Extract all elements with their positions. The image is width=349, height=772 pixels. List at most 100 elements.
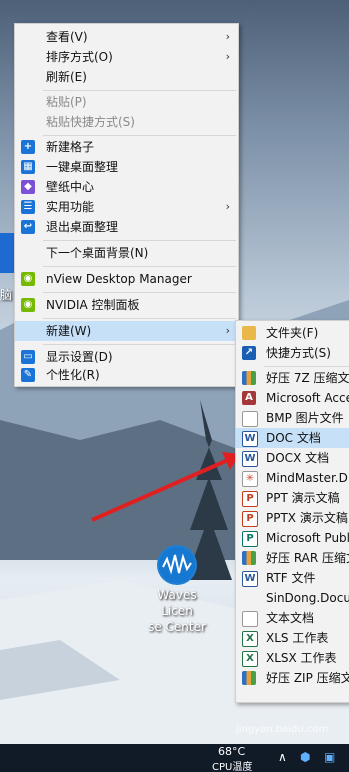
ppt-icon: P [242,491,258,507]
chevron-right-icon: › [225,324,230,337]
menu-item-new[interactable]: 新建(W) › [15,321,238,341]
xls-icon: X [242,631,258,647]
menu-item-label: 查看(V) [46,30,88,44]
submenu-item-mindmaster[interactable]: ✳ MindMaster.D [236,468,349,488]
menu-item-label: 实用功能 [46,200,95,214]
watermark: jingyan.baidu.com [236,724,329,735]
desktop-organize-icon: ▦ [21,160,35,174]
submenu-item-label: 好压 ZIP 压缩文 [266,671,349,685]
submenu-item-zip[interactable]: 好压 ZIP 压缩文 [236,668,349,688]
nvidia-icon: ◉ [21,272,35,286]
chevron-right-icon: › [225,50,230,63]
mindmaster-icon: ✳ [242,471,258,487]
menu-item-paste: 粘贴(P) [15,92,238,112]
submenu-item-publisher[interactable]: P Microsoft Publ [236,528,349,548]
chevron-right-icon: › [225,30,230,43]
submenu-item-rar[interactable]: 好压 RAR 压缩文 [236,548,349,568]
submenu-item-access[interactable]: A Microsoft Access [236,388,349,408]
menu-item-sort[interactable]: 排序方式(O) › [15,47,238,67]
submenu-item-label: PPTX 演示文稿 [266,511,348,525]
display-icon: ▭ [21,350,35,364]
menu-item-label: 壁纸中心 [46,180,95,194]
submenu-item-label: XLS 工作表 [266,631,329,645]
tools-icon: ☰ [21,200,35,214]
shortcut-icon: ↗ [242,346,256,360]
temperature-readout: 68°C [218,745,246,758]
tray-expand-icon[interactable]: ∧ [278,750,287,764]
submenu-item-shortcut[interactable]: ↗ 快捷方式(S) [236,343,349,363]
menu-item-label: 个性化(R) [46,368,100,382]
menu-item-desktop-organize[interactable]: ▦ 一键桌面整理 [15,157,238,177]
submenu-item-folder[interactable]: 文件夹(F) [236,323,349,343]
menu-separator [43,318,236,319]
menu-item-refresh[interactable]: 刷新(E) [15,67,238,87]
new-submenu: 文件夹(F) ↗ 快捷方式(S) 好压 7Z 压缩文件 A Microsoft … [235,320,349,703]
wallpaper-icon: ◆ [21,180,35,194]
menu-item-next-background[interactable]: 下一个桌面背景(N) [15,243,238,263]
menu-separator [43,135,236,136]
menu-item-label: 退出桌面整理 [46,220,119,234]
submenu-item-label: DOC 文档 [266,431,321,445]
pptx-icon: P [242,511,258,527]
submenu-item-docx[interactable]: W DOCX 文档 [236,448,349,468]
submenu-item-label: RTF 文件 [266,571,316,585]
submenu-item-label: PPT 演示文稿 [266,491,340,505]
menu-separator [43,266,236,267]
archive-icon [242,551,256,565]
menu-separator [43,240,236,241]
archive-icon [242,671,256,685]
menu-item-display-settings[interactable]: ▭ 显示设置(D) [15,347,238,367]
menu-separator [43,292,236,293]
cpu-temp-label: CPU温度 [212,762,253,772]
menu-item-paste-shortcut: 粘贴快捷方式(S) [15,112,238,132]
menu-item-exit-organize[interactable]: ↩ 退出桌面整理 [15,217,238,237]
xlsx-icon: X [242,651,258,667]
menu-item-label: 排序方式(O) [46,50,113,64]
desktop-context-menu: 查看(V) › 排序方式(O) › 刷新(E) 粘贴(P) 粘贴快捷方式(S) … [14,23,239,387]
exit-organize-icon: ↩ [21,220,35,234]
submenu-item-rtf[interactable]: W RTF 文件 [236,568,349,588]
menu-item-personalize[interactable]: ✎ 个性化(R) [15,365,238,385]
submenu-item-doc[interactable]: W DOC 文档 [236,428,349,448]
submenu-item-bmp[interactable]: BMP 图片文件 [236,408,349,428]
tray-network-icon[interactable]: ▣ [324,750,335,764]
archive-icon [242,371,256,385]
submenu-item-sindong[interactable]: SinDong.Docu [236,588,349,608]
menu-item-nview[interactable]: ◉ nView Desktop Manager [15,269,238,289]
menu-item-new-grid[interactable]: + 新建格子 [15,137,238,157]
submenu-item-label: DOCX 文档 [266,451,330,465]
submenu-item-label: 好压 RAR 压缩文 [266,551,349,565]
tray-app-icon[interactable]: ⬢ [300,750,310,764]
txt-icon [242,611,258,627]
bmp-icon [242,411,258,427]
menu-item-tools[interactable]: ☰ 实用功能 › [15,197,238,217]
menu-item-label: 一键桌面整理 [46,160,119,174]
access-icon: A [242,391,256,405]
publisher-icon: P [242,531,258,547]
nvidia-icon: ◉ [21,298,35,312]
submenu-item-ppt[interactable]: P PPT 演示文稿 [236,488,349,508]
menu-item-view[interactable]: 查看(V) › [15,27,238,47]
submenu-item-pptx[interactable]: P PPTX 演示文稿 [236,508,349,528]
submenu-item-xls[interactable]: X XLS 工作表 [236,628,349,648]
menu-separator [43,90,236,91]
submenu-item-label: 文本文档 [266,611,315,625]
submenu-item-label: 好压 7Z 压缩文件 [266,371,349,385]
submenu-item-label: Microsoft Access [266,391,349,405]
new-grid-icon: + [21,140,35,154]
menu-item-label: 新建格子 [46,140,95,154]
menu-item-label: 下一个桌面背景(N) [46,246,149,260]
menu-item-label: 粘贴(P) [46,95,87,109]
menu-item-nvidia-control-panel[interactable]: ◉ NVIDIA 控制面板 [15,295,238,315]
menu-item-wallpaper[interactable]: ◆ 壁纸中心 [15,177,238,197]
submenu-item-xlsx[interactable]: X XLSX 工作表 [236,648,349,668]
submenu-item-label: XLSX 工作表 [266,651,337,665]
menu-item-label: nView Desktop Manager [46,272,192,286]
submenu-item-7z[interactable]: 好压 7Z 压缩文件 [236,368,349,388]
menu-item-label: 粘贴快捷方式(S) [46,115,135,129]
taskbar[interactable]: 68°C CPU温度 ∧ ⬢ ▣ [0,744,349,772]
desktop-background[interactable]: 脑 Waves Licen se Center 查看(V) › 排序方式(O) … [0,0,349,772]
submenu-item-text[interactable]: 文本文档 [236,608,349,628]
submenu-item-label: MindMaster.D [266,471,348,485]
doc-icon: W [242,431,258,447]
